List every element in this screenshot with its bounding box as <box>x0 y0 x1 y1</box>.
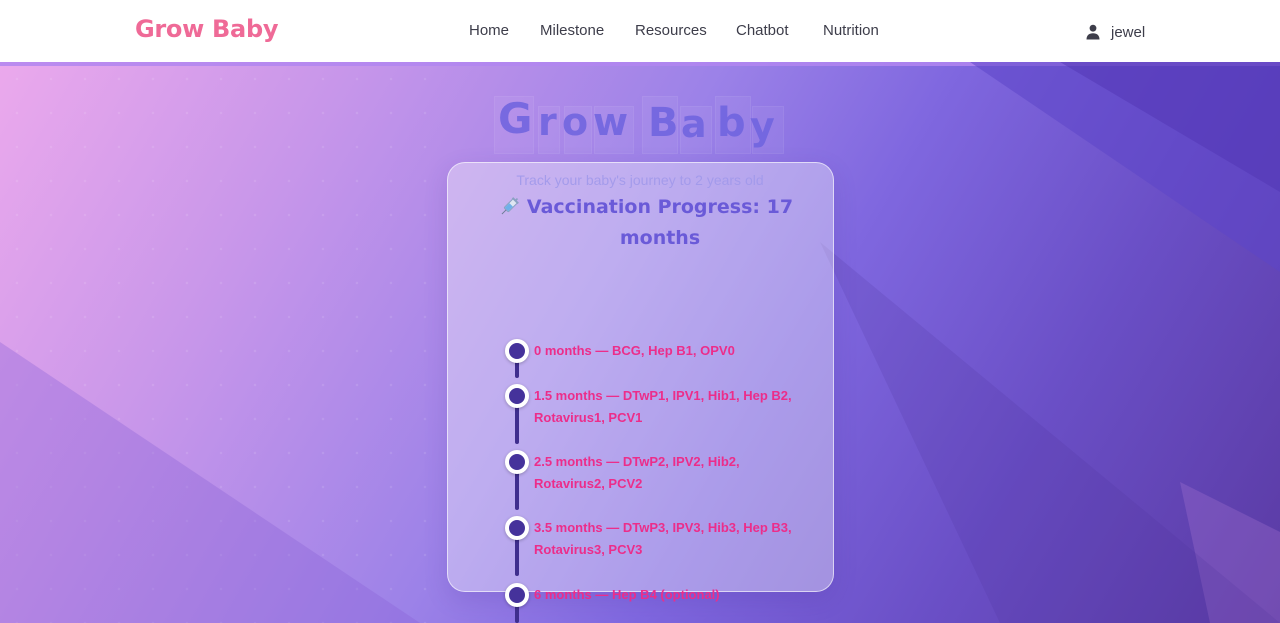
vaccination-title: Vaccination Progress: 17 months <box>526 196 794 249</box>
vaccine-item: 6 months — Hep B4 (optional) <box>534 587 720 602</box>
hero-title-letter: r <box>538 100 557 144</box>
nav-link-resources[interactable]: Resources <box>635 22 707 39</box>
timeline-dot <box>505 583 529 607</box>
hero-title-letter: y <box>750 104 775 148</box>
person-icon <box>1086 24 1100 40</box>
vaccine-item: 0 months — BCG, Hep B1, OPV0 <box>534 343 735 358</box>
hero-title-letter: o <box>562 100 589 144</box>
timeline-dot <box>505 516 529 540</box>
vaccine-item: 1.5 months — DTwP1, IPV1, Hib1, Hep B2, … <box>534 388 792 425</box>
nav-link-chatbot[interactable]: Chatbot <box>736 22 789 39</box>
hero-title-letter: a <box>681 102 707 146</box>
nav-link-nutrition[interactable]: Nutrition <box>823 22 879 39</box>
timeline-dot <box>505 450 529 474</box>
vaccine-item: 3.5 months — DTwP3, IPV3, Hib3, Hep B3, … <box>534 520 792 557</box>
vaccine-item: 2.5 months — DTwP2, IPV2, Hib2, Rotaviru… <box>534 454 740 491</box>
hero-title: G r o w B a b y <box>490 92 790 162</box>
hero-title-letter: B <box>648 100 679 146</box>
nav-link-milestone[interactable]: Milestone <box>540 22 604 39</box>
user-name: jewel <box>1111 23 1146 41</box>
user-menu[interactable]: jewel <box>1085 21 1145 43</box>
nav-link-home[interactable]: Home <box>469 22 509 39</box>
hero-title-letter: G <box>498 94 533 143</box>
hero-title-letter: w <box>593 100 629 144</box>
top-navbar: Grow Baby Home Milestone Resources Chatb… <box>0 0 1280 62</box>
timeline-dot <box>505 339 529 363</box>
timeline-dot <box>505 384 529 408</box>
hero-title-letter: b <box>717 100 746 146</box>
